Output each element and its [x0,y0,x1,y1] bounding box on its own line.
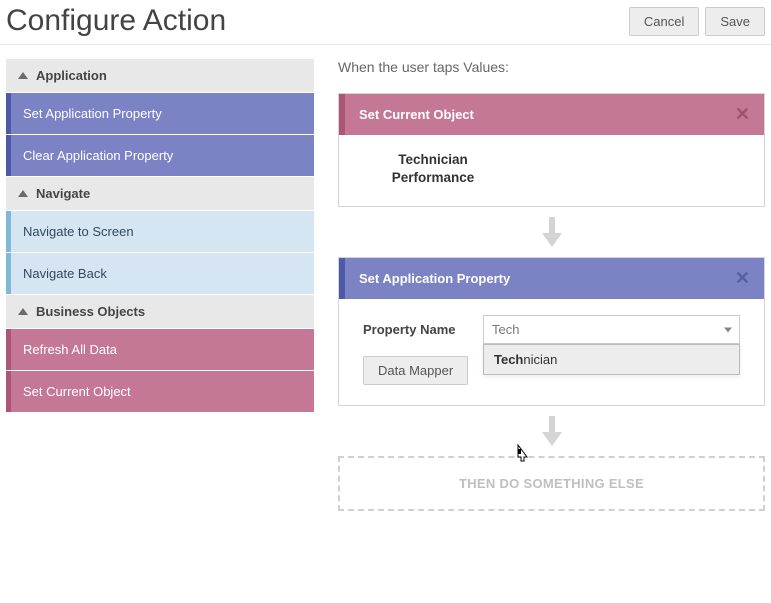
property-name-dropdown: Technician [483,344,740,375]
card-title: Set Current Object [359,107,474,122]
palette-item-navigate-back[interactable]: Navigate Back [6,253,314,294]
placeholder-label: THEN DO SOMETHING ELSE [459,476,644,491]
property-name-input[interactable] [483,315,740,344]
palette-item-refresh-all-data[interactable]: Refresh All Data [6,329,314,370]
header-buttons: Cancel Save [629,7,765,36]
collapse-icon [18,308,28,315]
palette-item-set-application-property[interactable]: Set Application Property [6,93,314,134]
save-button[interactable]: Save [705,7,765,36]
group-header-application[interactable]: Application [6,59,314,93]
trigger-description: When the user taps Values: [338,59,765,75]
action-card-set-application-property: Set Application Property ✕ Property Name… [338,257,765,406]
dropdown-option-technician[interactable]: Technician [484,345,739,374]
action-palette: Application Set Application Property Cle… [6,59,314,511]
dialog-header: Configure Action Cancel Save [0,0,771,45]
close-icon[interactable]: ✕ [735,104,750,125]
group-label: Business Objects [36,304,145,319]
palette-item-label: Set Current Object [23,384,131,399]
palette-item-set-current-object[interactable]: Set Current Object [6,371,314,412]
property-name-label: Property Name [363,322,471,337]
collapse-icon [18,190,28,197]
palette-item-label: Navigate Back [23,266,107,281]
card-title: Set Application Property [359,271,510,286]
flow-arrow-icon [338,416,765,446]
property-name-row: Property Name Technician [363,315,740,344]
palette-item-label: Set Application Property [23,106,162,121]
action-card-set-current-object: Set Current Object ✕ Technician Performa… [338,93,765,207]
card-body: Property Name Technician Data Mapper [339,299,764,405]
card-header[interactable]: Set Current Object ✕ [339,94,764,135]
group-label: Navigate [36,186,90,201]
flow-arrow-icon [338,217,765,247]
palette-item-label: Clear Application Property [23,148,173,163]
group-header-business-objects[interactable]: Business Objects [6,295,314,329]
palette-item-label: Navigate to Screen [23,224,134,239]
add-action-placeholder[interactable]: THEN DO SOMETHING ELSE [338,456,765,511]
palette-item-clear-application-property[interactable]: Clear Application Property [6,135,314,176]
action-canvas: When the user taps Values: Set Current O… [338,59,765,511]
cancel-button[interactable]: Cancel [629,7,699,36]
card-body: Technician Performance [339,135,764,206]
palette-item-label: Refresh All Data [23,342,117,357]
card-header[interactable]: Set Application Property ✕ [339,258,764,299]
page-title: Configure Action [6,4,226,38]
group-label: Application [36,68,107,83]
dialog-body: Application Set Application Property Cle… [0,45,771,517]
palette-item-navigate-to-screen[interactable]: Navigate to Screen [6,211,314,252]
data-mapper-button[interactable]: Data Mapper [363,356,468,385]
group-header-navigate[interactable]: Navigate [6,177,314,211]
property-name-combobox[interactable]: Technician [483,315,740,344]
selected-object-name: Technician Performance [363,151,503,186]
collapse-icon [18,72,28,79]
close-icon[interactable]: ✕ [735,268,750,289]
